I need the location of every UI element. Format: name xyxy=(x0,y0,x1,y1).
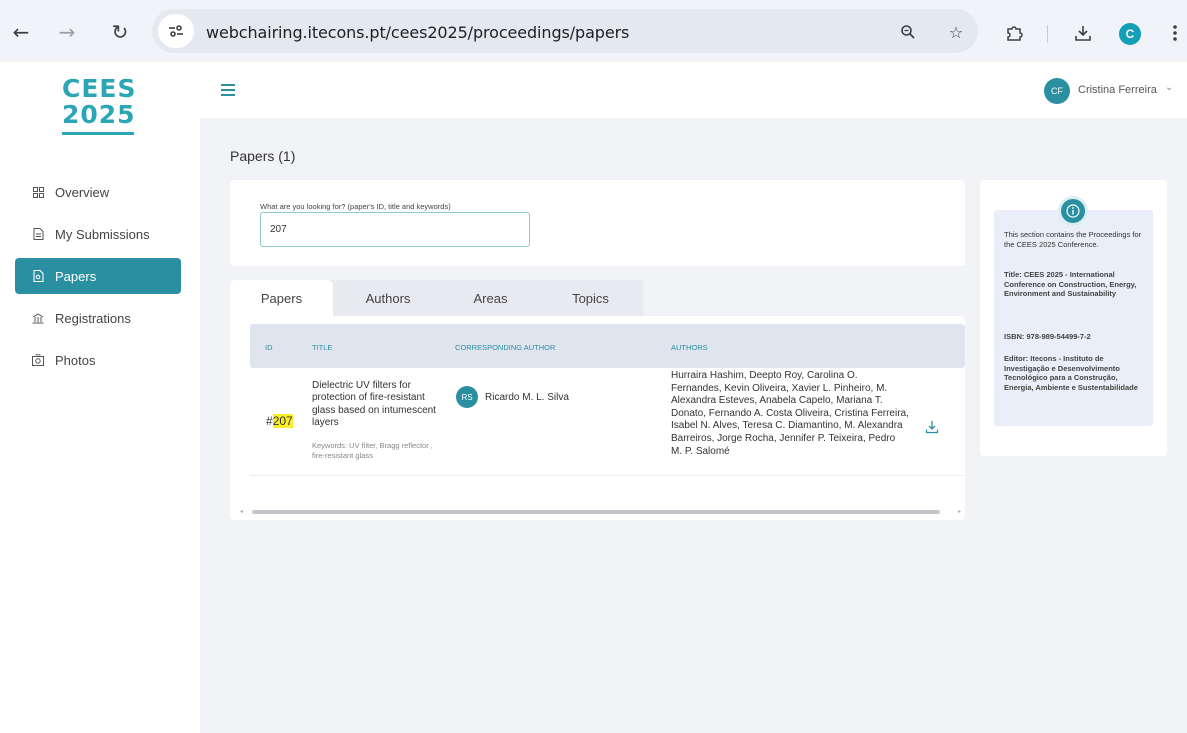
sidebar-item-label: Overview xyxy=(55,184,110,200)
sidebar: CEES 2025 Overview My Submissions Papers… xyxy=(0,62,200,733)
sidebar-item-label: Photos xyxy=(55,352,96,368)
paper-id: #207 xyxy=(266,414,293,428)
user-avatar[interactable]: CF xyxy=(1044,78,1070,104)
papers-icon xyxy=(31,269,45,283)
paper-authors: Hurraira Hashim, Deepto Roy, Carolina O.… xyxy=(671,370,909,457)
column-header-title[interactable]: TITLE xyxy=(312,343,332,352)
sidebar-item-photos[interactable]: Photos xyxy=(15,342,181,378)
scroll-right-icon[interactable]: ▸ xyxy=(958,508,961,515)
paper-id-number: 207 xyxy=(272,414,293,428)
sidebar-item-registrations[interactable]: Registrations xyxy=(15,300,181,336)
page-title: Papers (1) xyxy=(230,148,296,164)
arrow-right-icon[interactable]: → xyxy=(55,20,79,44)
scroll-left-icon[interactable]: ◂ xyxy=(240,508,243,515)
column-header-authors[interactable]: AUTHORS xyxy=(671,343,708,352)
info-icon xyxy=(1058,196,1088,226)
search-label: What are you looking for? (paper's ID, t… xyxy=(260,202,451,211)
sidebar-item-overview[interactable]: Overview xyxy=(15,174,181,210)
logo-underline xyxy=(62,132,134,135)
sidebar-item-label: Papers xyxy=(55,268,97,284)
sidebar-item-label: Registrations xyxy=(55,310,131,326)
zoom-icon[interactable] xyxy=(898,22,918,42)
star-icon[interactable]: ☆ xyxy=(946,22,966,42)
toolbar-separator xyxy=(1047,25,1048,43)
logo-line2: 2025 xyxy=(62,100,136,129)
column-header-corresponding-author[interactable]: CORRESPONDING AUTHOR xyxy=(455,343,555,352)
reload-icon[interactable]: ↻ xyxy=(108,20,132,44)
corresponding-author-avatar: RS xyxy=(456,386,478,408)
tab-topics[interactable]: Topics xyxy=(538,280,643,316)
info-editor: Editor: Itecons - Instituto de Investiga… xyxy=(1004,354,1138,392)
tab-authors[interactable]: Authors xyxy=(333,280,443,316)
arrow-left-icon[interactable]: ← xyxy=(9,20,33,44)
corresponding-author: Ricardo M. L. Silva xyxy=(485,392,569,403)
horizontal-scrollbar[interactable]: ◂ ▸ xyxy=(240,508,965,516)
user-name[interactable]: Cristina Ferreira xyxy=(1078,84,1157,96)
document-icon xyxy=(31,227,45,241)
paper-keywords: Keywords: UV filter, Bragg reflector , f… xyxy=(312,441,433,460)
download-icon[interactable] xyxy=(925,420,939,434)
papers-table: ID TITLE CORRESPONDING AUTHOR AUTHORS #2… xyxy=(230,316,965,520)
profile-avatar[interactable]: C xyxy=(1119,23,1141,45)
tab-papers[interactable]: Papers xyxy=(230,280,333,316)
tune-icon[interactable] xyxy=(158,14,194,48)
browser-toolbar: ← → ↻ webchairing.itecons.pt/cees2025/pr… xyxy=(0,0,1187,62)
info-box: This section contains the Proceedings fo… xyxy=(994,210,1153,426)
table-header: ID TITLE CORRESPONDING AUTHOR AUTHORS xyxy=(250,324,965,368)
grid-icon xyxy=(31,185,45,199)
search-input[interactable] xyxy=(260,212,530,247)
scroll-thumb[interactable] xyxy=(252,510,940,514)
info-title: Title: CEES 2025 - International Confere… xyxy=(1004,270,1137,298)
logo[interactable]: CEES 2025 xyxy=(62,74,137,129)
main-content: CF Cristina Ferreira ⌄ Papers (1) What a… xyxy=(200,62,1187,733)
camera-icon xyxy=(31,353,45,367)
building-icon xyxy=(31,311,45,325)
paper-title[interactable]: Dielectric UV filters for protection of … xyxy=(312,380,447,430)
hamburger-menu-icon[interactable] xyxy=(221,84,235,96)
info-intro: This section contains the Proceedings fo… xyxy=(1004,230,1142,249)
sidebar-item-label: My Submissions xyxy=(55,226,150,242)
download-icon[interactable] xyxy=(1072,22,1094,44)
kebab-menu-icon[interactable] xyxy=(1164,22,1186,44)
logo-line1: CEES xyxy=(62,74,137,103)
chevron-down-icon[interactable]: ⌄ xyxy=(1165,82,1173,93)
url-text[interactable]: webchairing.itecons.pt/cees2025/proceedi… xyxy=(206,23,629,42)
puzzle-icon[interactable] xyxy=(1003,22,1025,44)
sidebar-item-papers[interactable]: Papers xyxy=(15,258,181,294)
paper-id-prefix: # xyxy=(266,414,273,428)
app-header: CF Cristina Ferreira ⌄ xyxy=(200,62,1187,118)
table-row[interactable]: #207 Dielectric UV filters for protectio… xyxy=(250,368,965,476)
tab-areas[interactable]: Areas xyxy=(443,280,538,316)
sidebar-item-my-submissions[interactable]: My Submissions xyxy=(15,216,181,252)
info-isbn: ISBN: 978-989-54499-7-2 xyxy=(1004,332,1091,341)
column-header-id[interactable]: ID xyxy=(265,343,273,352)
info-panel: This section contains the Proceedings fo… xyxy=(980,180,1167,456)
search-card: What are you looking for? (paper's ID, t… xyxy=(230,180,965,266)
